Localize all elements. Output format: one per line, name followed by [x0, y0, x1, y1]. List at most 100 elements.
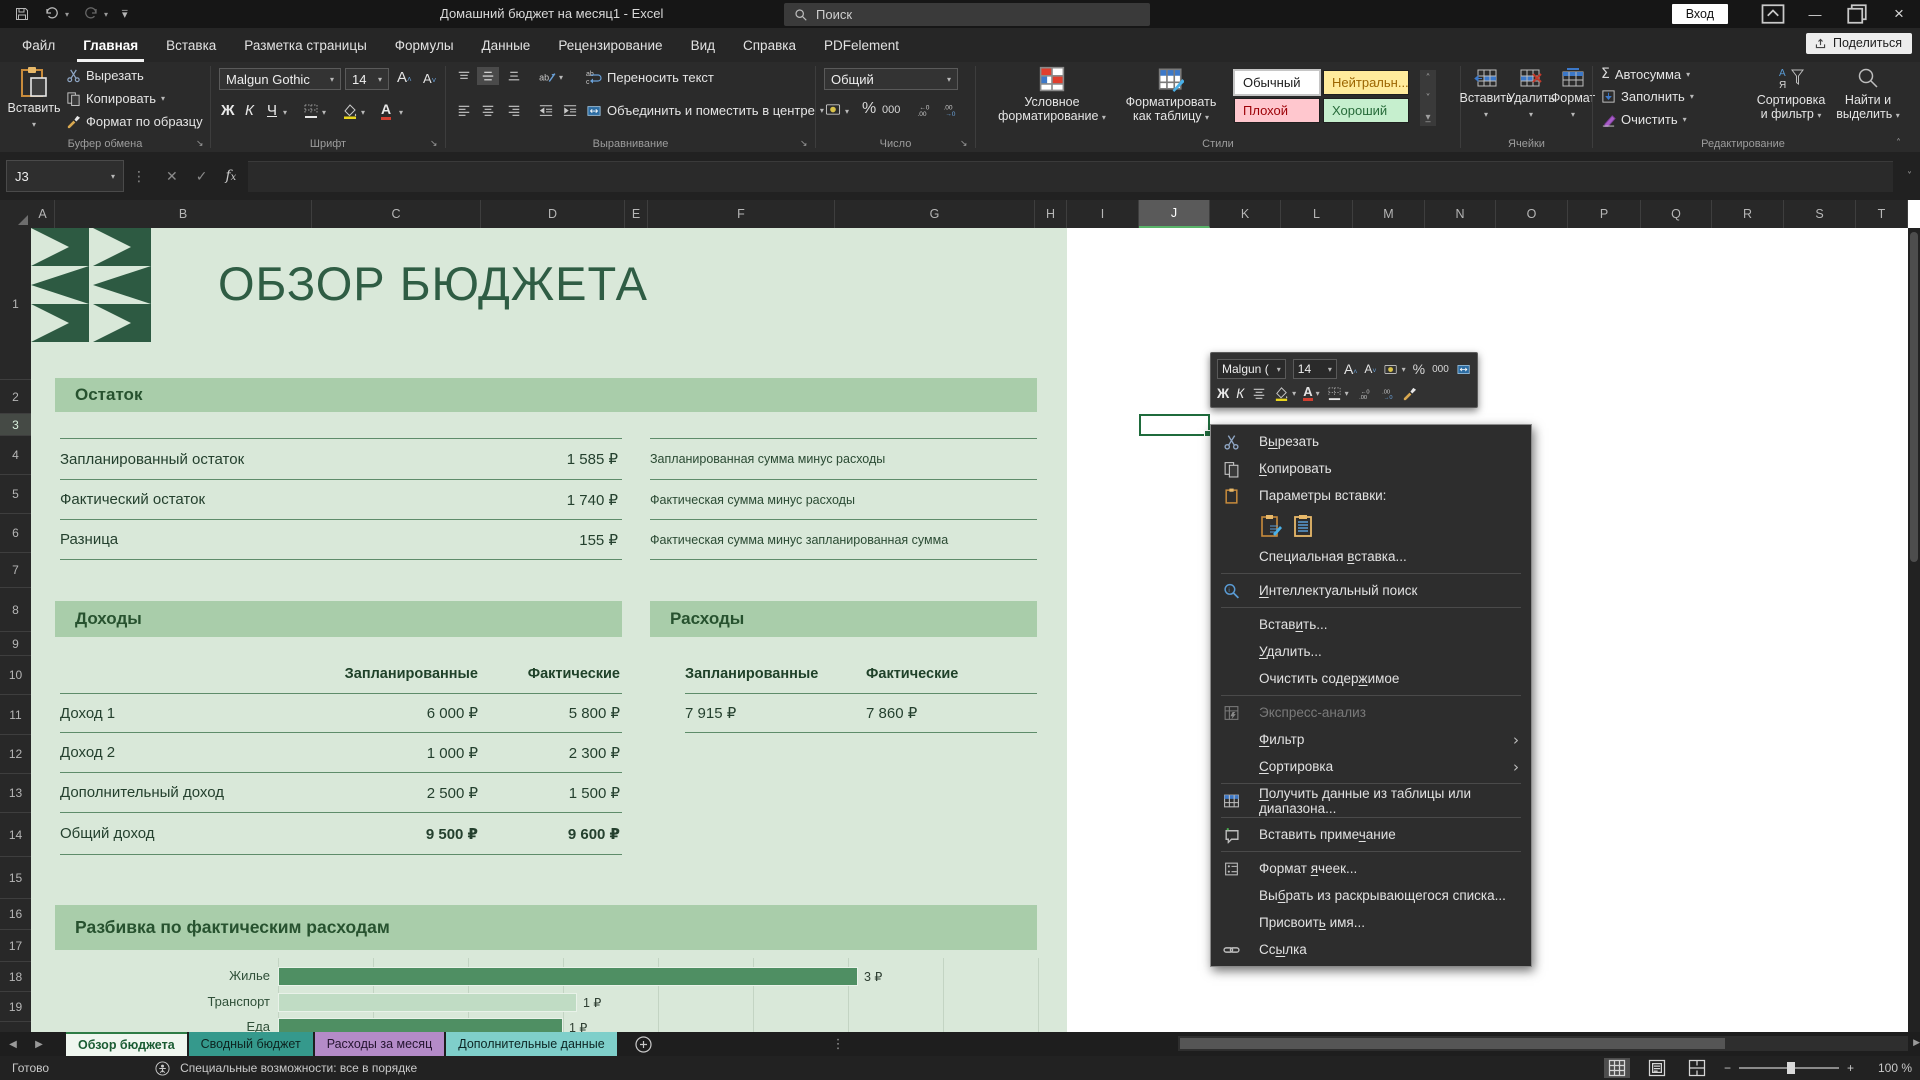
ribbon-tab-Данные[interactable]: Данные [468, 28, 545, 62]
mini-comma-icon[interactable]: 000 [1432, 364, 1449, 375]
ribbon-tab-Справка[interactable]: Справка [729, 28, 810, 62]
zoom-out-icon[interactable]: − [1724, 1061, 1731, 1075]
zoom-slider-thumb[interactable] [1786, 1062, 1795, 1074]
mini-format-painter-icon[interactable] [1402, 386, 1417, 401]
context-menu-item[interactable]: Удалить... [1211, 638, 1531, 665]
insert-cells-button[interactable]: Вставить ▾ [1460, 68, 1513, 122]
sheet-canvas[interactable]: ОБЗОР БЮДЖЕТА Остаток Запланированный ос… [0, 228, 1908, 1032]
context-menu-item[interactable]: Вставить примечание [1211, 821, 1531, 848]
copy-button[interactable]: Копировать ▾ [66, 91, 165, 106]
ribbon-tab-Файл[interactable]: Файл [8, 28, 69, 62]
increase-indent-icon[interactable] [562, 104, 578, 118]
gallery-more-icon[interactable]: ▾̲ [1425, 112, 1430, 123]
column-header-T[interactable]: T [1856, 200, 1908, 228]
context-menu-item[interactable]: Копировать [1211, 455, 1531, 482]
column-header-L[interactable]: L [1281, 200, 1353, 228]
column-header-G[interactable]: G [835, 200, 1035, 228]
column-header-K[interactable]: K [1210, 200, 1281, 228]
prev-sheet-icon[interactable]: ◀ [0, 1039, 26, 1050]
mini-borders-icon[interactable] [1327, 386, 1342, 401]
column-header-D[interactable]: D [481, 200, 625, 228]
search-box[interactable]: Поиск [784, 3, 1150, 26]
format-cells-button[interactable]: Формат ▾ [1551, 68, 1595, 122]
save-icon[interactable] [14, 6, 30, 22]
context-menu-item[interactable]: Сортировка › [1211, 753, 1531, 780]
cancel-formula-icon[interactable]: ✕ [166, 168, 178, 185]
zoom-slider[interactable]: − + [1724, 1061, 1854, 1075]
sort-filter-button[interactable]: АЯ Сортировка и фильтр ▾ [1751, 66, 1831, 123]
column-header-P[interactable]: P [1568, 200, 1641, 228]
context-menu-item[interactable]: Присвоить имя... [1211, 909, 1531, 936]
mini-font-name-select[interactable]: Malgun (▾ [1217, 359, 1286, 379]
bold-button[interactable]: Ж [221, 102, 235, 119]
mini-percent-icon[interactable]: % [1413, 361, 1425, 377]
underline-button[interactable]: Ч [267, 102, 277, 119]
mini-accounting-caret-icon[interactable]: ▾ [1402, 365, 1406, 374]
borders-icon[interactable] [303, 103, 319, 119]
vertical-scrollbar[interactable] [1908, 228, 1920, 1032]
format-painter-button[interactable]: Формат по образцу [66, 114, 203, 129]
wrap-text-button[interactable]: ab c Переносить текст [586, 69, 714, 86]
mini-font-color-icon[interactable]: A [1303, 385, 1313, 401]
sheet-tab-Сводный бюджет[interactable]: Сводный бюджет [188, 1032, 313, 1056]
clear-button[interactable]: Очистить ▾ [1601, 112, 1687, 127]
formula-input[interactable] [248, 160, 1893, 192]
ribbon-tab-Вид[interactable]: Вид [677, 28, 729, 62]
context-menu-item[interactable]: Специальная вставка... [1211, 543, 1531, 570]
zoom-level[interactable]: 100 % [1868, 1061, 1912, 1075]
horizontal-scrollbar-thumb[interactable] [1180, 1038, 1725, 1049]
borders-caret-icon[interactable]: ▾ [322, 108, 326, 117]
mini-increase-decimal-icon[interactable]: ←0.00 [1356, 387, 1372, 400]
grow-font-icon[interactable]: A˄ [397, 69, 412, 86]
expand-formula-bar-icon[interactable]: ˅ [1907, 171, 1912, 182]
styles-gallery-scrollbar[interactable]: ˄ ˅ ▾̲ [1420, 70, 1436, 126]
decrease-indent-icon[interactable] [538, 104, 554, 118]
gallery-down-icon[interactable]: ˅ [1426, 93, 1431, 104]
context-menu-item[interactable]: Очистить содержимое [1211, 665, 1531, 692]
column-header-A[interactable]: A [31, 200, 55, 228]
column-header-J[interactable]: J [1139, 200, 1210, 228]
context-menu-item[interactable]: Вставить... [1211, 611, 1531, 638]
context-menu-item[interactable]: Параметры вставки: [1211, 482, 1531, 509]
sheet-tab-Дополнительные данные[interactable]: Дополнительные данные [446, 1032, 617, 1056]
fill-button[interactable]: Заполнить ▾ [1601, 89, 1694, 104]
mini-fill-caret-icon[interactable]: ▾ [1292, 389, 1296, 398]
context-menu-item[interactable]: Получить данные из таблицы или диапазона… [1211, 786, 1531, 816]
column-header-S[interactable]: S [1784, 200, 1856, 228]
shrink-font-icon[interactable]: A˅ [423, 71, 436, 86]
style-cell[interactable]: Плохой [1234, 98, 1320, 123]
mini-font-size-select[interactable]: 14 ▾ [1292, 359, 1337, 379]
enter-formula-icon[interactable]: ✓ [196, 168, 208, 185]
column-header-M[interactable]: M [1353, 200, 1425, 228]
redo-caret-icon[interactable]: ▾ [104, 10, 108, 19]
selected-cell-J3[interactable] [1139, 414, 1211, 437]
column-header-N[interactable]: N [1425, 200, 1496, 228]
style-cell[interactable]: Хороший [1323, 98, 1409, 123]
column-header-O[interactable]: O [1496, 200, 1568, 228]
paste-button[interactable]: Вставить ▾ [8, 66, 61, 132]
ribbon-tab-Формулы[interactable]: Формулы [381, 28, 468, 62]
accounting-caret-icon[interactable]: ▾ [845, 107, 849, 116]
column-header-I[interactable]: I [1067, 200, 1139, 228]
undo-icon[interactable] [44, 6, 60, 22]
conditional-formatting-button[interactable]: Условное форматирование ▾ [992, 66, 1112, 125]
align-center-icon[interactable] [480, 104, 496, 116]
mini-fill-color-icon[interactable] [1274, 386, 1289, 401]
number-format-select[interactable]: Общий ▾ [824, 68, 958, 90]
mini-grow-font-icon[interactable]: A˄ [1344, 361, 1357, 377]
column-header-R[interactable]: R [1712, 200, 1784, 228]
mini-bold-button[interactable]: Ж [1217, 386, 1229, 401]
alignment-dialog-launcher-icon[interactable]: ↘ [800, 139, 808, 149]
page-break-view-icon[interactable] [1684, 1058, 1710, 1078]
column-header-H[interactable]: H [1035, 200, 1067, 228]
context-menu-item[interactable]: Вырезать [1211, 428, 1531, 455]
delete-cells-button[interactable]: Удалить ▾ [1507, 68, 1555, 122]
mini-align-icon[interactable] [1251, 387, 1267, 399]
ribbon-tab-Рецензирование[interactable]: Рецензирование [544, 28, 676, 62]
sign-in-button[interactable]: Вход [1671, 4, 1728, 24]
format-as-table-button[interactable]: Форматировать как таблицу ▾ [1116, 66, 1226, 125]
column-header-B[interactable]: B [55, 200, 312, 228]
orientation-icon[interactable]: ab [538, 68, 556, 86]
italic-button[interactable]: К [245, 102, 254, 119]
context-menu-item[interactable]: i Интеллектуальный поиск [1211, 577, 1531, 604]
